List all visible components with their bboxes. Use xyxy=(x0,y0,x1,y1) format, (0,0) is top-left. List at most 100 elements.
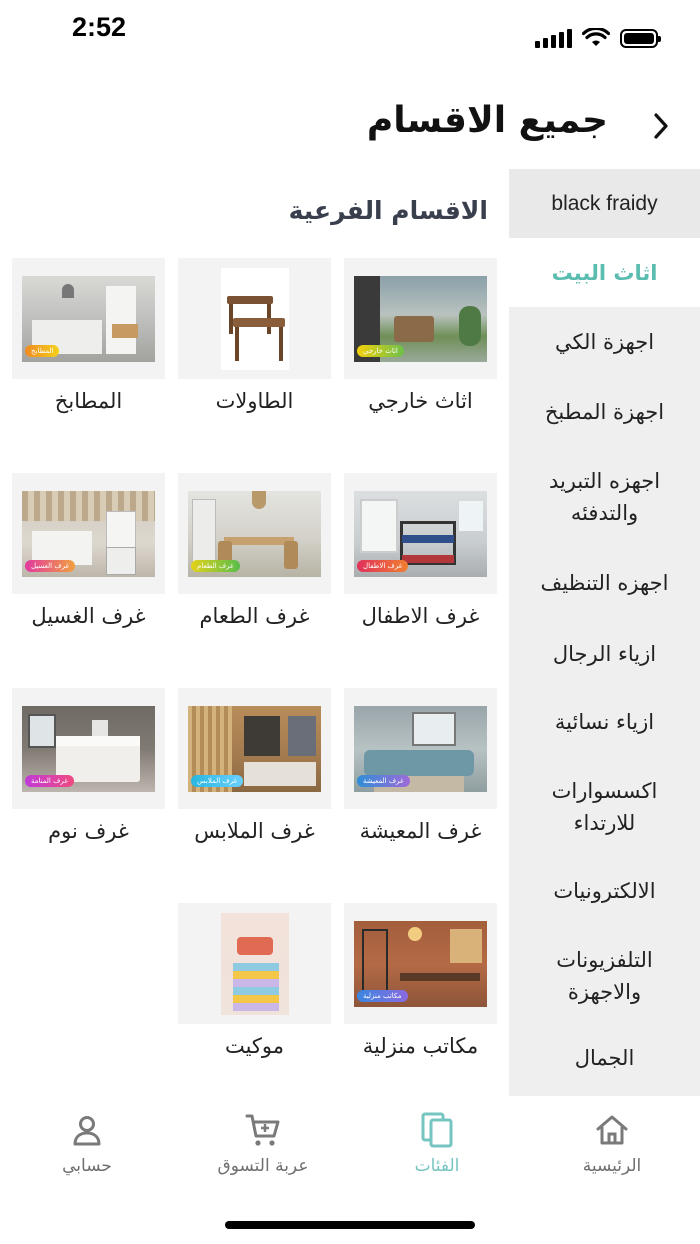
sidebar-item-label: اجهزة الكي xyxy=(554,330,655,354)
tile-bedrooms[interactable]: غرف المنامة غرف نوم xyxy=(12,688,165,843)
user-icon xyxy=(73,1116,101,1146)
tile-badge: غرف الغسيل xyxy=(25,559,76,572)
kids-rooms-image: غرف الاطفال xyxy=(354,490,487,577)
home-indicator xyxy=(225,1221,475,1229)
tile-image-box: مكاتب منزلية xyxy=(344,903,497,1024)
sidebar-item-label: ازياء نسائية xyxy=(554,710,655,734)
category-sidebar[interactable]: black fraidy اثاث البيت اجهزة الكي اجهزة… xyxy=(509,169,700,1096)
nav-item-cart[interactable]: عربة التسوق xyxy=(188,1108,338,1176)
tile-image-box: اثاث خارجي xyxy=(344,258,497,379)
sidebar-item-label: اثاث البيت xyxy=(551,260,658,285)
wifi-icon xyxy=(582,28,610,46)
back-button[interactable] xyxy=(646,108,676,144)
tile-image-box: غرف المعيشة xyxy=(344,688,497,809)
dressing-rooms-image: غرف الملابس xyxy=(188,705,321,792)
sidebar-item-home-furniture[interactable]: اثاث البيت xyxy=(509,238,700,307)
home-offices-image: مكاتب منزلية xyxy=(354,920,487,1007)
sidebar-item-black-friday[interactable]: black fraidy xyxy=(509,169,700,238)
sidebar-item-label: الالكترونيات xyxy=(553,878,656,903)
tile-image-box: المطابخ xyxy=(12,258,165,379)
sidebar-item-label: ازياء الرجال xyxy=(552,641,657,666)
sidebar-item-label: الجمال xyxy=(574,1046,635,1070)
dining-rooms-image: غرف الطعام xyxy=(188,490,321,577)
sidebar-item-partial[interactable]: ............ xyxy=(509,1088,700,1096)
tile-laundry-rooms[interactable]: غرف الغسيل غرف الغسيل xyxy=(12,473,165,628)
bottom-navigation: الرئيسية الفئات عربة التسوق حسابي xyxy=(0,1100,700,1210)
status-icons xyxy=(535,28,661,48)
tile-living-rooms[interactable]: غرف المعيشة غرف المعيشة xyxy=(344,688,497,843)
sidebar-item-wearable-accessories[interactable]: اكسسوارات للارتداء xyxy=(509,756,700,857)
status-time: 2:52 xyxy=(72,12,127,42)
sidebar-item-cleaning[interactable]: اجهزه التنظيف xyxy=(509,547,700,619)
battery-icon xyxy=(620,28,661,48)
cart-icon xyxy=(245,1114,280,1146)
tile-label: مكاتب منزلية xyxy=(362,1034,479,1058)
sidebar-item-electronics[interactable]: الالكترونيات xyxy=(509,857,700,924)
tile-image-box xyxy=(178,258,331,379)
sidebar-item-label: اجهزة المطبخ xyxy=(544,400,665,424)
sidebar-item-beauty[interactable]: الجمال xyxy=(509,1028,700,1088)
nav-item-home[interactable]: الرئيسية xyxy=(537,1108,687,1176)
tile-image-box: غرف الغسيل xyxy=(12,473,165,594)
home-icon xyxy=(596,1115,628,1145)
tile-image-box: غرف الطعام xyxy=(178,473,331,594)
nav-label: الرئيسية xyxy=(582,1156,642,1176)
status-bar: 2:52 xyxy=(0,0,700,70)
sidebar-item-mens-fashion[interactable]: ازياء الرجال xyxy=(509,619,700,688)
tile-image-box: غرف الملابس xyxy=(178,688,331,809)
sidebar-item-label: اجهزه التبريد والتدفئه xyxy=(548,469,661,525)
nav-label: الفئات xyxy=(414,1156,460,1176)
tile-dining-rooms[interactable]: غرف الطعام غرف الطعام xyxy=(178,473,331,628)
living-rooms-image: غرف المعيشة xyxy=(354,705,487,792)
nav-label: حسابي xyxy=(62,1156,112,1176)
tile-tables[interactable]: الطاولات xyxy=(178,258,331,413)
tables-image xyxy=(220,267,289,370)
tile-badge: غرف المنامة xyxy=(25,774,74,787)
bedrooms-image: غرف المنامة xyxy=(22,705,155,792)
tile-carpets[interactable]: موكيت xyxy=(178,903,331,1058)
tile-badge: غرف المعيشة xyxy=(357,774,410,787)
tile-label: المطابخ xyxy=(54,389,123,413)
cellular-signal-icon xyxy=(535,28,572,48)
tile-badge: غرف الاطفال xyxy=(357,559,409,572)
tile-label: غرف الاطفال xyxy=(361,604,480,628)
sidebar-item-tv-devices[interactable]: التلفزيونات والاجهزة xyxy=(509,924,700,1028)
laundry-rooms-image: غرف الغسيل xyxy=(22,490,155,577)
tile-image-box xyxy=(178,903,331,1024)
nav-label: عربة التسوق xyxy=(217,1156,309,1176)
subcategories-title: الاقسام الفرعية xyxy=(288,196,488,225)
tile-kitchens[interactable]: المطابخ المطابخ xyxy=(12,258,165,413)
header: جميع الاقسام xyxy=(0,90,700,160)
sidebar-item-label: black fraidy xyxy=(551,191,658,215)
carpets-image xyxy=(220,912,289,1015)
tile-label: غرف نوم xyxy=(48,819,129,843)
tile-label: موكيت xyxy=(224,1034,285,1058)
tile-badge: المطابخ xyxy=(25,344,60,357)
tile-dressing-rooms[interactable]: غرف الملابس غرف الملابس xyxy=(178,688,331,843)
sidebar-item-irons[interactable]: اجهزة الكي xyxy=(509,307,700,377)
tile-label: الطاولات xyxy=(215,389,294,413)
tile-label: اثاث خارجي xyxy=(368,389,473,413)
categories-icon xyxy=(421,1112,453,1148)
sidebar-item-label: التلفزيونات والاجهزة xyxy=(556,948,653,1004)
tile-outdoor-furniture[interactable]: اثاث خارجي اثاث خارجي xyxy=(344,258,497,413)
sidebar-item-kitchen-appliances[interactable]: اجهزة المطبخ xyxy=(509,377,700,447)
nav-item-account[interactable]: حسابي xyxy=(12,1108,162,1176)
tile-image-box: غرف المنامة xyxy=(12,688,165,809)
kitchens-image: المطابخ xyxy=(22,275,155,362)
tile-kids-rooms[interactable]: غرف الاطفال غرف الاطفال xyxy=(344,473,497,628)
sidebar-item-label: اجهزه التنظيف xyxy=(540,571,669,595)
sidebar-item-womens-fashion[interactable]: ازياء نسائية xyxy=(509,688,700,756)
outdoor-furniture-image: اثاث خارجي xyxy=(354,275,487,362)
tile-label: غرف الغسيل xyxy=(31,604,146,628)
nav-item-categories[interactable]: الفئات xyxy=(362,1108,512,1176)
tile-badge: مكاتب منزلية xyxy=(357,989,408,1002)
sidebar-item-cooling-heating[interactable]: اجهزه التبريد والتدفئه xyxy=(509,447,700,547)
page-title: جميع الاقسام xyxy=(366,100,608,141)
tile-badge: غرف الطعام xyxy=(191,559,240,572)
tile-label: غرف الملابس xyxy=(194,819,315,843)
tile-label: غرف المعيشة xyxy=(359,819,482,843)
tile-home-offices[interactable]: مكاتب منزلية مكاتب منزلية xyxy=(344,903,497,1058)
tile-image-box: غرف الاطفال xyxy=(344,473,497,594)
tile-badge: غرف الملابس xyxy=(191,774,244,787)
